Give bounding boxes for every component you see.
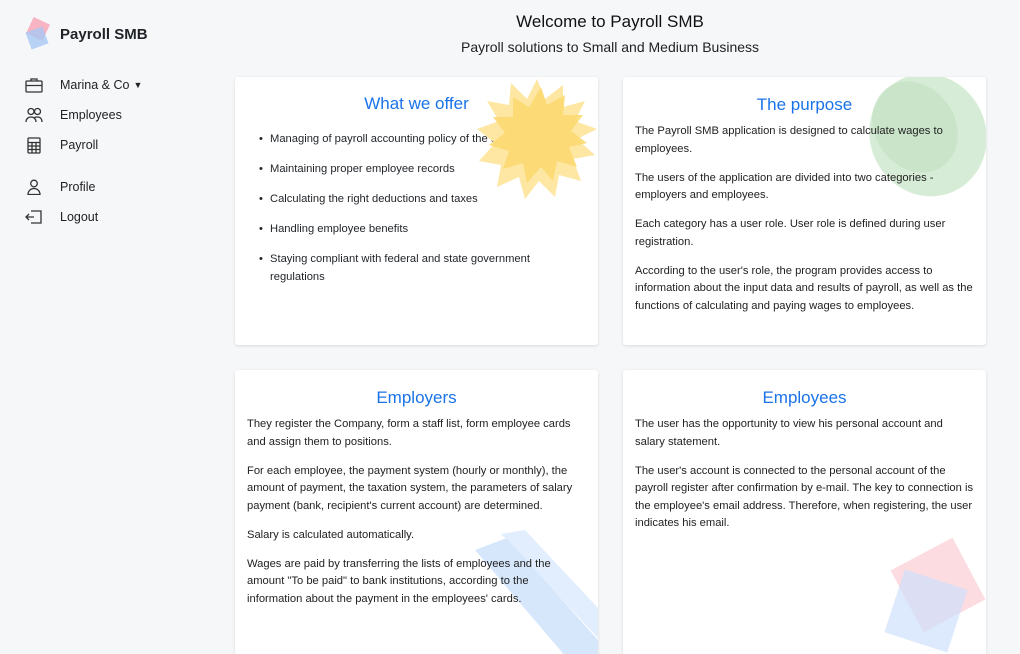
list-item: Managing of payroll accounting policy of… [259, 131, 572, 149]
person-icon [24, 177, 44, 197]
card-body: The Payroll SMB application is designed … [623, 115, 986, 315]
sidebar-nav: Marina & Co ▼ Employees Payroll Profile … [24, 70, 204, 232]
sidebar-item-label: Profile [60, 180, 96, 194]
paragraph: Each category has a user role. User role… [635, 218, 946, 248]
list-item: Calculating the right deductions and tax… [259, 191, 572, 209]
page-subtitle: Payroll solutions to Small and Medium Bu… [460, 39, 760, 55]
card-employees: Employees The user has the opportunity t… [623, 370, 986, 654]
offer-list: Managing of payroll accounting policy of… [235, 131, 598, 286]
brand[interactable]: Payroll SMB [24, 16, 148, 52]
sidebar-item-profile[interactable]: Profile [24, 172, 204, 202]
calculator-icon [24, 135, 44, 155]
card-title: Employees [762, 388, 847, 407]
sidebar-item-company[interactable]: Marina & Co ▼ [24, 70, 204, 100]
card-employers: Employers They register the Company, for… [235, 370, 598, 654]
list-item: Maintaining proper employee records [259, 161, 572, 179]
sidebar-item-label: Logout [60, 210, 99, 224]
sidebar-item-logout[interactable]: Logout [24, 202, 204, 232]
squares-decoration-icon [884, 537, 986, 653]
paragraph: Salary is calculated automatically. [247, 528, 415, 541]
paragraph: The Payroll SMB application is designed … [635, 125, 943, 155]
paragraph: The user has the opportunity to view his… [635, 418, 943, 448]
brand-name: Payroll SMB [60, 25, 148, 43]
app-root: Payroll SMB Marina & Co ▼ Employees Payr… [0, 0, 1020, 654]
sidebar-item-label: Marina & Co [60, 78, 130, 92]
briefcase-icon [24, 75, 44, 95]
logout-icon [24, 207, 44, 227]
paragraph: Wages are paid by transferring the lists… [247, 557, 551, 605]
card-title: Employers [376, 388, 457, 407]
sidebar-item-employees[interactable]: Employees [24, 100, 204, 130]
sidebar-item-payroll[interactable]: Payroll [24, 130, 204, 160]
brand-logo-icon [24, 16, 54, 52]
sidebar: Payroll SMB Marina & Co ▼ Employees Payr… [0, 0, 215, 654]
page-title: Welcome to Payroll SMB [516, 12, 704, 31]
paragraph: The user's account is connected to the p… [635, 464, 974, 530]
card-body: The user has the opportunity to view his… [623, 408, 986, 533]
list-item: Handling employee benefits [259, 221, 572, 239]
card-body: They register the Company, form a staff … [235, 408, 598, 608]
people-icon [24, 105, 44, 125]
card-the-purpose: The purpose The Payroll SMB application … [623, 77, 986, 345]
list-item: Staying compliant with federal and state… [259, 251, 572, 286]
paragraph: For each employee, the payment system (h… [247, 464, 573, 512]
paragraph: The users of the application are divided… [635, 171, 934, 202]
card-what-we-offer: What we offer Managing of payroll accoun… [235, 77, 598, 345]
caret-down-icon[interactable]: ▼ [133, 80, 142, 90]
paragraph: They register the Company, form a staff … [247, 418, 571, 448]
card-title: The purpose [756, 95, 853, 114]
paragraph: According to the user's role, the progra… [635, 264, 973, 312]
card-title: What we offer [364, 94, 469, 113]
sidebar-item-label: Payroll [60, 138, 99, 152]
sidebar-item-label: Employees [60, 108, 122, 122]
page-header: Welcome to Payroll SMB Payroll solutions… [215, 12, 1005, 55]
